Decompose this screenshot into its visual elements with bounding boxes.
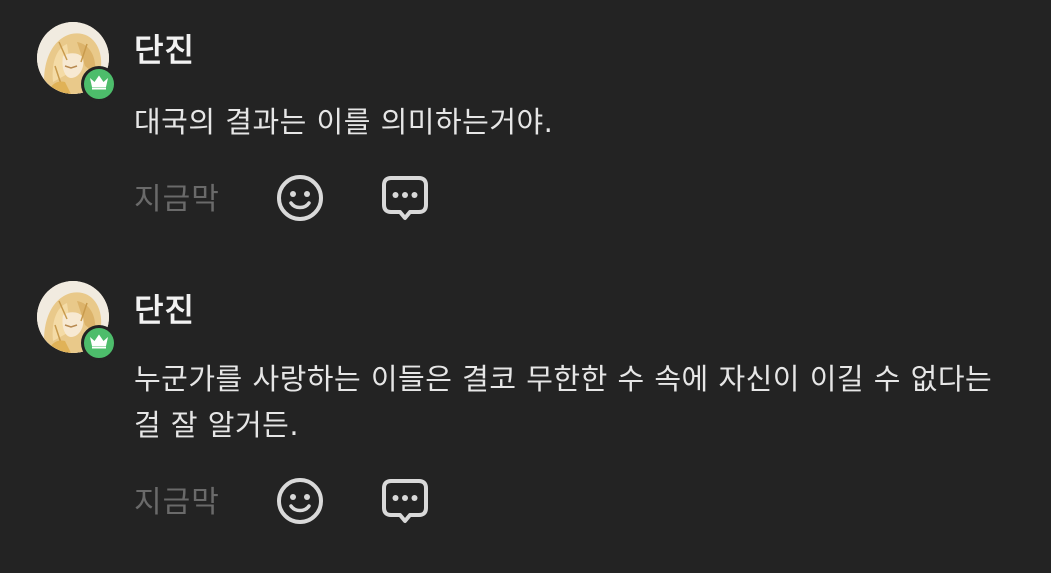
avatar-container[interactable] bbox=[37, 22, 117, 102]
reply-button[interactable] bbox=[379, 174, 431, 226]
crown-badge bbox=[81, 325, 117, 361]
username[interactable]: 단진 bbox=[134, 30, 195, 70]
emoji-reaction-icon bbox=[275, 173, 325, 227]
crown-badge bbox=[81, 66, 117, 102]
emoji-reaction-button[interactable] bbox=[274, 477, 326, 529]
reply-button[interactable] bbox=[379, 477, 431, 529]
avatar-container[interactable] bbox=[37, 281, 117, 361]
comment-text: 누군가를 사랑하는 이들은 결코 무한한 수 속에 자신이 이길 수 없다는 걸… bbox=[134, 362, 993, 442]
timestamp: 지금막 bbox=[134, 182, 220, 217]
crown-icon bbox=[89, 333, 109, 353]
username[interactable]: 단진 bbox=[134, 290, 195, 330]
emoji-reaction-button[interactable] bbox=[274, 174, 326, 226]
reply-bubble-icon bbox=[379, 172, 431, 228]
reply-bubble-icon bbox=[379, 475, 431, 531]
timestamp: 지금막 bbox=[134, 485, 220, 520]
emoji-reaction-icon bbox=[275, 476, 325, 530]
comment-text: 대국의 결과는 이를 의미하는거야. bbox=[134, 105, 554, 139]
crown-icon bbox=[89, 74, 109, 94]
